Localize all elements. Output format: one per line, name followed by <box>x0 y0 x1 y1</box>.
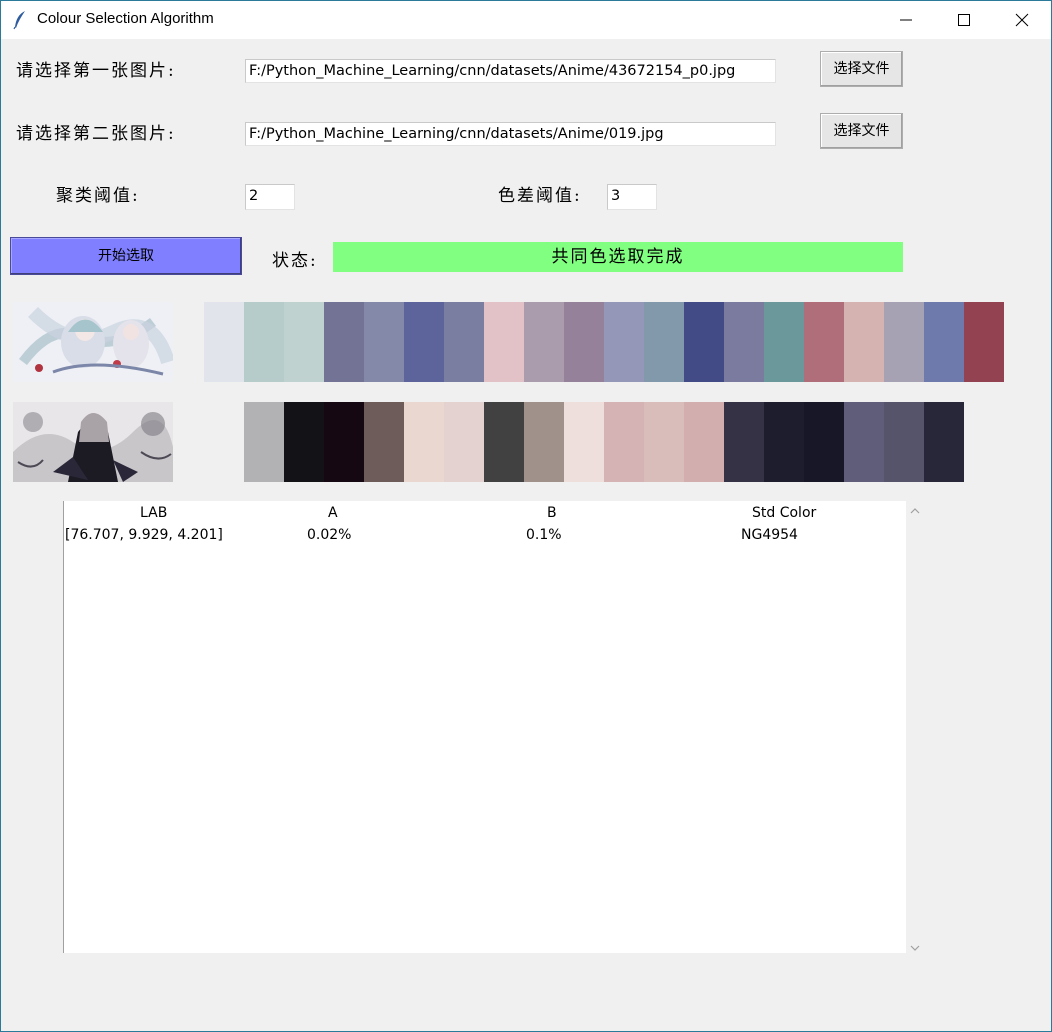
image1-thumbnail <box>13 302 173 382</box>
window-title: Colour Selection Algorithm <box>37 10 214 27</box>
image1-path-input[interactable]: F:/Python_Machine_Learning/cnn/datasets/… <box>245 59 776 83</box>
palette-row-1-swatch <box>644 302 684 382</box>
palette-row-2-swatch <box>564 402 604 482</box>
palette-row-1-swatch <box>404 302 444 382</box>
palette-row-2-swatch <box>244 402 284 482</box>
image2-choose-file-button[interactable]: 选择文件 <box>820 113 903 149</box>
image1-label: 请选择第一张图片: <box>16 61 176 81</box>
color-diff-threshold-label: 色差阈值: <box>498 186 582 206</box>
cluster-threshold-input[interactable]: 2 <box>245 184 295 210</box>
palette-row-1-swatch <box>724 302 764 382</box>
palette-row-1-swatch <box>444 302 484 382</box>
image2-path-input[interactable]: F:/Python_Machine_Learning/cnn/datasets/… <box>245 122 776 146</box>
palette-row-1-swatch <box>484 302 524 382</box>
color-diff-threshold-input[interactable]: 3 <box>607 184 657 210</box>
palette-row-1-swatch <box>364 302 404 382</box>
palette-row-1-swatch <box>764 302 804 382</box>
palette-row-2 <box>244 402 964 482</box>
palette-row-2-swatch <box>444 402 484 482</box>
feather-icon <box>13 10 27 30</box>
table-cell-b: 0.1% <box>526 527 562 543</box>
column-header-lab: LAB <box>140 505 168 521</box>
palette-row-2-swatch <box>924 402 964 482</box>
status-label: 状态: <box>272 251 318 271</box>
palette-row-2-swatch <box>524 402 564 482</box>
palette-row-1-swatch <box>564 302 604 382</box>
maximize-button[interactable] <box>935 1 993 39</box>
palette-row-2-swatch <box>644 402 684 482</box>
palette-row-1 <box>204 302 1004 382</box>
palette-row-1-swatch <box>924 302 964 382</box>
table-cell-a: 0.02% <box>307 527 352 543</box>
palette-row-1-swatch <box>684 302 724 382</box>
image2-label: 请选择第二张图片: <box>16 124 176 144</box>
column-header-a: A <box>328 505 338 521</box>
palette-row-1-swatch <box>804 302 844 382</box>
palette-row-2-swatch <box>884 402 924 482</box>
palette-row-1-swatch <box>964 302 1004 382</box>
palette-row-2-swatch <box>764 402 804 482</box>
start-selection-button[interactable]: 开始选取 <box>10 237 242 275</box>
scroll-down-icon[interactable] <box>910 944 920 952</box>
column-header-std-color: Std Color <box>752 505 817 521</box>
palette-row-1-swatch <box>284 302 324 382</box>
close-button[interactable] <box>993 1 1051 39</box>
close-icon <box>1015 13 1029 27</box>
image2-thumbnail <box>13 402 173 482</box>
palette-row-2-swatch <box>724 402 764 482</box>
column-header-b: B <box>547 505 557 521</box>
palette-row-2-swatch <box>404 402 444 482</box>
palette-row-2-swatch <box>604 402 644 482</box>
cluster-threshold-label: 聚类阈值: <box>56 186 140 206</box>
maximize-icon <box>958 14 970 26</box>
title-bar: Colour Selection Algorithm <box>1 1 1051 39</box>
palette-row-1-swatch <box>884 302 924 382</box>
minimize-button[interactable] <box>877 1 935 39</box>
palette-row-1-swatch <box>604 302 644 382</box>
palette-row-1-swatch <box>324 302 364 382</box>
table-cell-std-color: NG4954 <box>741 527 798 543</box>
results-table[interactable]: LAB A B Std Color [76.707, 9.929, 4.201]… <box>63 501 907 953</box>
image1-choose-file-button[interactable]: 选择文件 <box>820 51 903 87</box>
palette-row-2-swatch <box>364 402 404 482</box>
palette-row-1-swatch <box>524 302 564 382</box>
palette-row-2-swatch <box>324 402 364 482</box>
scroll-up-icon[interactable] <box>910 507 920 515</box>
minimize-icon <box>900 19 912 21</box>
palette-row-2-swatch <box>844 402 884 482</box>
palette-row-2-swatch <box>284 402 324 482</box>
palette-row-1-swatch <box>244 302 284 382</box>
palette-row-1-swatch <box>844 302 884 382</box>
table-scrollbar[interactable] <box>906 501 924 957</box>
palette-row-2-swatch <box>684 402 724 482</box>
palette-row-2-swatch <box>804 402 844 482</box>
table-cell-lab: [76.707, 9.929, 4.201] <box>65 527 223 543</box>
status-text: 共同色选取完成 <box>333 242 903 272</box>
palette-row-2-swatch <box>484 402 524 482</box>
palette-row-1-swatch <box>204 302 244 382</box>
